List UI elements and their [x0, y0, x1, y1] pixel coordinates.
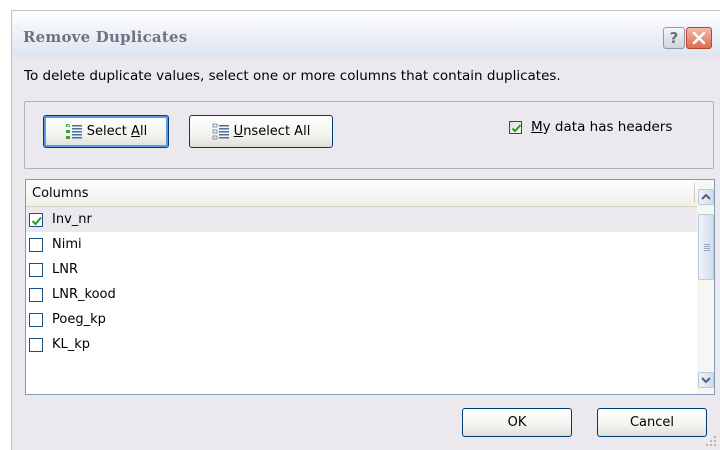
scroll-up-button[interactable] [698, 189, 714, 205]
unselect-all-button[interactable]: Unselect All [189, 115, 333, 148]
ok-button[interactable]: OK [462, 408, 572, 437]
column-checkbox[interactable] [29, 238, 43, 252]
column-name: KL_kp [52, 337, 91, 352]
list-item[interactable]: LNR [26, 257, 697, 282]
headers-checkbox-label: My data has headers [531, 119, 673, 135]
list-item[interactable]: Poeg_kp [26, 307, 697, 332]
grip-line [704, 244, 710, 245]
remove-duplicates-dialog: Remove Duplicates ? To delete duplicate … [11, 10, 720, 450]
list-item[interactable]: Inv_nr [26, 207, 697, 232]
columns-header[interactable]: Columns [26, 180, 698, 207]
grip-line [704, 246, 710, 247]
dialog-title: Remove Duplicates [23, 28, 188, 46]
select-all-label: Select All [86, 124, 148, 139]
grip-line [704, 248, 710, 249]
column-name: Nimi [52, 237, 82, 252]
help-icon: ? [669, 29, 679, 47]
unselect-all-label: Unselect All [233, 124, 311, 139]
checkmark-icon [31, 216, 42, 226]
grip-line [704, 250, 710, 251]
column-name: LNR [52, 262, 78, 277]
column-checkbox[interactable] [29, 263, 43, 277]
scroll-thumb[interactable] [698, 214, 714, 280]
list-item[interactable]: KL_kp [26, 332, 697, 357]
list-item[interactable]: Nimi [26, 232, 697, 257]
unselect-all-icon [212, 123, 229, 139]
my-data-has-headers-checkbox[interactable]: My data has headers [509, 119, 709, 137]
column-checkbox[interactable] [29, 338, 43, 352]
title-bar[interactable]: Remove Duplicates ? [12, 11, 720, 57]
column-name: Poeg_kp [52, 312, 106, 327]
select-all-icon [65, 122, 82, 139]
close-button[interactable] [686, 27, 712, 49]
chevron-up-icon [701, 193, 711, 200]
vertical-scrollbar[interactable] [697, 180, 714, 394]
columns-header-label: Columns [32, 186, 89, 201]
columns-listbox[interactable]: Columns Inv_nr Nimi LNR LNR_kood Poeg_kp… [25, 179, 715, 395]
column-checkbox[interactable] [29, 213, 43, 227]
column-name: Inv_nr [52, 212, 92, 227]
help-button[interactable]: ? [663, 27, 685, 49]
scroll-down-button[interactable] [698, 372, 714, 388]
column-name: LNR_kood [52, 287, 116, 302]
resize-grip-icon[interactable] [704, 434, 718, 448]
list-item[interactable]: LNR_kood [26, 282, 697, 307]
chevron-down-icon [701, 377, 711, 384]
instructions-text: To delete duplicate values, select one o… [24, 68, 561, 84]
column-checkbox[interactable] [29, 288, 43, 302]
headers-checkbox-box[interactable] [509, 121, 522, 134]
header-divider [694, 183, 695, 203]
close-icon [692, 31, 706, 45]
checkmark-icon [511, 124, 522, 133]
column-checkbox[interactable] [29, 313, 43, 327]
select-all-button[interactable]: Select All [43, 115, 169, 148]
cancel-button[interactable]: Cancel [597, 408, 707, 437]
